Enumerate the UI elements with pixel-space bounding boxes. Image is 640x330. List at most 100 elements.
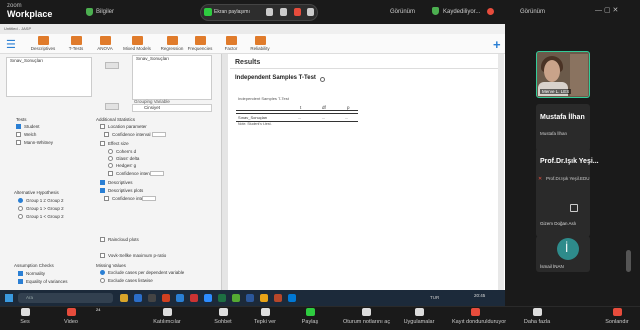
more-icon[interactable] <box>307 8 314 16</box>
vovk-sellke-checkbox[interactable] <box>100 253 105 258</box>
more-dots-icon <box>532 308 542 316</box>
camera-icon[interactable] <box>280 8 287 16</box>
shield-icon[interactable] <box>86 8 93 16</box>
participant-tile-2[interactable] <box>536 104 590 151</box>
table-rule-mid <box>236 113 358 114</box>
descriptives-icon <box>37 36 49 45</box>
normality-label: Normality <box>26 271 46 276</box>
exclude-per-dependent-label: Exclude cases per dependent variable <box>108 270 185 275</box>
alt-less-radio[interactable] <box>18 214 23 219</box>
location-parameter-checkbox[interactable] <box>100 124 105 129</box>
participant-name-3: Prof.Dr.Işık Yeşi... <box>540 158 599 165</box>
ci-checkbox-1[interactable] <box>104 132 109 137</box>
recording-button[interactable]: Kayıt dondurulduruyor <box>452 308 506 325</box>
ci-checkbox-3[interactable] <box>104 196 109 201</box>
view-label[interactable]: Görünüm <box>390 9 415 15</box>
exclude-per-dependent-radio[interactable] <box>100 270 105 275</box>
cohens-d-radio[interactable] <box>108 149 113 154</box>
security-shield-icon[interactable] <box>432 7 439 15</box>
participant-tile-4[interactable] <box>536 190 590 237</box>
tests-header: Tests <box>16 117 27 122</box>
grouping-variable-item[interactable]: Cinsiyet <box>144 105 160 110</box>
tool-reliability[interactable]: Reliability <box>241 36 279 51</box>
chrome-icon[interactable] <box>260 294 268 302</box>
exclude-listwise-radio[interactable] <box>100 278 105 283</box>
end-button[interactable]: Sonlandır <box>594 308 640 325</box>
alt-not-equal-label: Group 1 ≠ Group 2 <box>26 198 64 203</box>
participants-button[interactable]: Katılımcılar <box>144 308 190 325</box>
test-student-checkbox[interactable] <box>16 124 21 129</box>
vovk-sellke-label: Vovk-Sellke maximum p-ratio <box>108 253 167 258</box>
alt-greater-radio[interactable] <box>18 206 23 211</box>
equality-variances-label: Equality of variances <box>26 279 68 284</box>
test-welch-checkbox[interactable] <box>16 132 21 137</box>
mail-icon[interactable] <box>176 294 184 302</box>
descriptives-plots-checkbox[interactable] <box>100 188 105 193</box>
table-rule-top <box>236 110 358 111</box>
excel-icon[interactable] <box>218 294 226 302</box>
descriptives-checkbox[interactable] <box>100 180 105 185</box>
powerpoint-icon[interactable] <box>274 294 282 302</box>
reliability-icon <box>254 36 266 45</box>
edge-icon[interactable] <box>134 294 142 302</box>
test-welch-label: Welch <box>24 132 37 137</box>
screen-share-icon <box>570 204 578 212</box>
settings-icon[interactable] <box>288 294 296 302</box>
move-to-dependent-button[interactable] <box>105 62 119 69</box>
muted-mic-icon: ✕ <box>538 176 543 182</box>
ci-input-1[interactable] <box>152 132 166 137</box>
apps-button[interactable]: Uygulamalar <box>396 308 442 325</box>
store-icon[interactable] <box>148 294 156 302</box>
alt-not-equal-radio[interactable] <box>18 198 23 203</box>
react-button[interactable]: Tepki ver <box>242 308 288 325</box>
audio-button[interactable]: Ses <box>2 308 48 325</box>
results-scrollbar[interactable] <box>498 54 504 290</box>
tool-mixed-models[interactable]: Mixed Models <box>118 36 156 51</box>
ci-input-2[interactable] <box>150 171 164 176</box>
table-note: Note. Student's t-test. <box>238 122 272 126</box>
effect-size-label: Effect size <box>108 141 129 146</box>
ttest-table-caption: Independent Samples T-Test <box>238 96 289 101</box>
zoom-app-icon[interactable] <box>204 294 212 302</box>
hamburger-menu-icon[interactable]: ☰ <box>6 38 16 51</box>
session-notes-button[interactable]: Oturum notlarını aç <box>343 308 390 325</box>
recording-dot-icon[interactable] <box>487 8 494 15</box>
end-call-icon <box>612 308 622 316</box>
view-menu[interactable]: Görünüm <box>520 9 545 15</box>
system-tray-lang[interactable]: TUR <box>430 295 439 300</box>
stop-share-icon[interactable] <box>294 8 301 16</box>
share-button[interactable]: Paylaş <box>287 308 333 325</box>
mic-icon[interactable] <box>266 8 273 16</box>
raincloud-plots-checkbox[interactable] <box>100 237 105 242</box>
start-icon[interactable] <box>5 294 13 302</box>
window-controls[interactable]: — ▢ ✕ <box>595 6 618 14</box>
info-label[interactable]: Bilgiler <box>96 9 114 15</box>
ci-checkbox-2[interactable] <box>108 171 113 176</box>
word-icon[interactable] <box>246 294 254 302</box>
dependent-variables-box[interactable] <box>132 55 212 100</box>
effect-size-checkbox[interactable] <box>100 141 105 146</box>
dependent-variable-item[interactable]: Sınav_Sonuçları <box>136 56 169 61</box>
chat-button[interactable]: Sohbet <box>200 308 246 325</box>
participant-tile-3[interactable] <box>536 148 590 195</box>
add-module-icon[interactable]: + <box>493 37 501 52</box>
participants-scrollbar[interactable] <box>626 250 631 272</box>
ci-input-3[interactable] <box>142 196 156 201</box>
glass-delta-radio[interactable] <box>108 156 113 161</box>
analysis-menu-icon[interactable] <box>320 77 325 82</box>
move-to-grouping-button[interactable] <box>105 103 119 110</box>
office-icon[interactable] <box>162 294 170 302</box>
variable-item[interactable]: Sınav_Sonuçları <box>10 58 43 63</box>
hedges-g-radio[interactable] <box>108 163 113 168</box>
taskbar-clock[interactable]: 20:45 <box>474 293 485 298</box>
variables-list[interactable] <box>6 57 92 97</box>
video-button[interactable]: Video <box>48 308 94 325</box>
participant-sub-2: Mustafa İlhan <box>540 131 568 136</box>
equality-variances-checkbox[interactable] <box>18 279 23 284</box>
more-button[interactable]: Daha fazla <box>514 308 560 325</box>
pdf-icon[interactable] <box>190 294 198 302</box>
file-explorer-icon[interactable] <box>120 294 128 302</box>
jasp-app-icon[interactable] <box>232 294 240 302</box>
test-mann-whitney-checkbox[interactable] <box>16 140 21 145</box>
normality-checkbox[interactable] <box>18 271 23 276</box>
